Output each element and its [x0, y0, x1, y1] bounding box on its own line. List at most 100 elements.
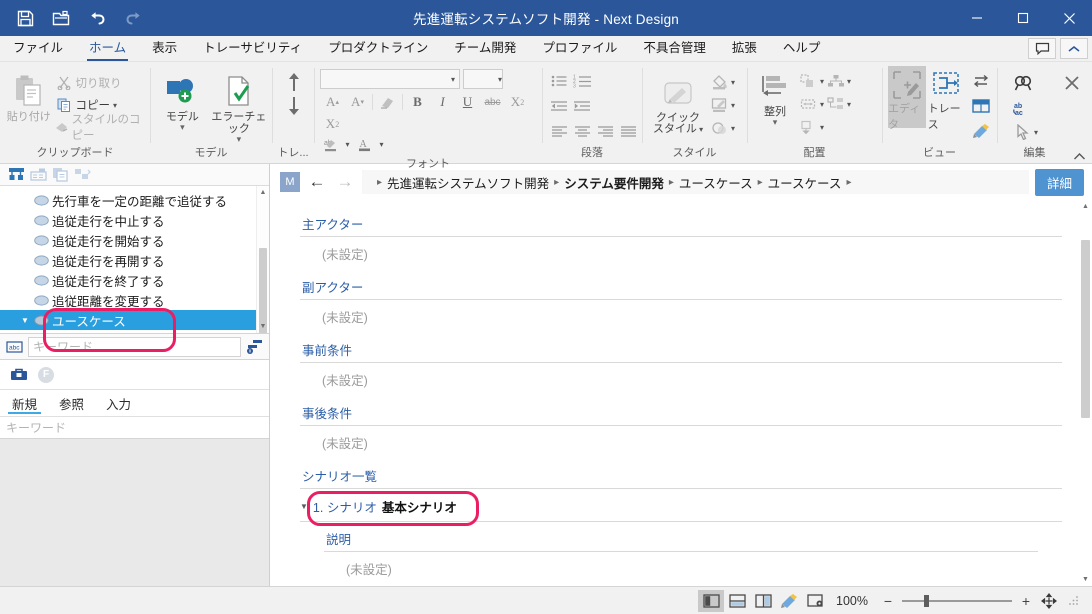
- toolbox-icon[interactable]: [10, 367, 28, 382]
- open-icon[interactable]: [46, 4, 76, 32]
- menu-tab-extension[interactable]: 拡張: [719, 34, 770, 61]
- select-icon[interactable]: [1011, 121, 1034, 143]
- chevron-down-icon[interactable]: ▾: [113, 101, 117, 110]
- chevron-down-icon[interactable]: ▾: [451, 75, 455, 84]
- diagram-icon[interactable]: [30, 167, 47, 182]
- field-value[interactable]: (未設定): [324, 552, 1092, 586]
- tree-scrollbar[interactable]: ▲ ▼: [256, 186, 269, 333]
- superscript-icon[interactable]: X2: [320, 113, 345, 135]
- move-up-button[interactable]: [282, 71, 305, 93]
- editor-view-button[interactable]: エディタ: [888, 66, 926, 131]
- menu-tab-home[interactable]: ホーム: [76, 34, 139, 61]
- chevron-down-icon[interactable]: ▾: [820, 123, 824, 132]
- menu-tab-help[interactable]: ヘルプ: [770, 34, 834, 61]
- relation-icon[interactable]: [74, 167, 91, 182]
- scenario-item-row[interactable]: ▼ 1. シナリオ 基本シナリオ: [300, 489, 1092, 521]
- font-size-select[interactable]: ▾: [463, 69, 503, 89]
- tree-item-4[interactable]: 追従走行を終了する: [0, 270, 269, 290]
- move-down-button[interactable]: [282, 95, 305, 117]
- menu-tab-file[interactable]: ファイル: [0, 34, 76, 61]
- menu-tab-productline[interactable]: プロダクトライン: [315, 34, 441, 61]
- palette-tab-new[interactable]: 新規: [7, 390, 42, 416]
- scenario-name[interactable]: 基本シナリオ: [382, 497, 457, 516]
- send-backward-icon[interactable]: [797, 116, 820, 138]
- theme-icon[interactable]: [776, 590, 802, 612]
- maximize-button[interactable]: [1000, 0, 1046, 36]
- save-icon[interactable]: [10, 4, 40, 32]
- undo-icon[interactable]: [82, 4, 112, 32]
- tree-item-3[interactable]: 追従走行を再開する: [0, 250, 269, 270]
- menu-tab-team[interactable]: チーム開発: [441, 34, 529, 61]
- error-check-button[interactable]: エラーチェック ▾: [211, 67, 267, 144]
- align-objects-button[interactable]: 整列 ▾: [753, 68, 797, 127]
- menu-tab-defect[interactable]: 不具合管理: [630, 34, 719, 61]
- editor-scrollbar[interactable]: ▲ ▼: [1079, 200, 1092, 586]
- scrollbar-thumb[interactable]: [1081, 240, 1090, 418]
- fit-to-window-icon[interactable]: [1036, 590, 1062, 612]
- split-view-icon[interactable]: [969, 95, 992, 117]
- delete-icon[interactable]: [1060, 72, 1083, 94]
- scroll-up-arrow-icon[interactable]: ▲: [257, 186, 269, 199]
- highlight-color-icon[interactable]: ab: [320, 133, 341, 155]
- strikethrough-icon[interactable]: abc: [480, 91, 505, 113]
- f-icon[interactable]: F: [38, 366, 54, 383]
- comment-icon[interactable]: [1028, 38, 1056, 59]
- shape-effect-icon[interactable]: [708, 117, 731, 139]
- chevron-down-icon[interactable]: ▾: [237, 135, 242, 144]
- chevron-down-icon[interactable]: ▾: [1034, 128, 1038, 137]
- bullet-list-icon[interactable]: [548, 70, 571, 92]
- align-left-icon[interactable]: [548, 120, 571, 142]
- minimize-button[interactable]: [954, 0, 1000, 36]
- tree-twisty[interactable]: ▼: [18, 316, 32, 325]
- chevron-down-icon[interactable]: ▾: [731, 101, 735, 110]
- document-icon[interactable]: [52, 167, 69, 182]
- scroll-down-arrow-icon[interactable]: ▼: [257, 320, 269, 333]
- scroll-down-arrow-icon[interactable]: ▼: [1079, 573, 1092, 586]
- palette-search-input[interactable]: キーワード: [0, 416, 269, 438]
- breadcrumb-item-0[interactable]: 先進運転システムソフト開発: [387, 173, 549, 192]
- grow-font-icon[interactable]: A ▴: [320, 91, 345, 113]
- scroll-up-arrow-icon[interactable]: ▲: [1079, 200, 1092, 213]
- field-value[interactable]: (未設定): [300, 300, 1092, 337]
- tree-item-5[interactable]: 追従距離を変更する: [0, 290, 269, 310]
- align-justify-icon[interactable]: [617, 120, 640, 142]
- italic-icon[interactable]: I: [430, 91, 455, 113]
- detail-button[interactable]: 詳細: [1034, 168, 1084, 196]
- menu-tab-profile[interactable]: プロファイル: [529, 34, 630, 61]
- quick-style-button[interactable]: クイック スタイル ▾: [648, 69, 708, 135]
- view-vertical-split-icon[interactable]: [750, 590, 776, 612]
- collapse-ribbon-icon[interactable]: [1060, 38, 1088, 59]
- align-center-icon[interactable]: [571, 120, 594, 142]
- find-icon[interactable]: [1011, 72, 1034, 94]
- zoom-slider[interactable]: [902, 594, 1012, 608]
- scenario-twisty[interactable]: ▼: [300, 502, 308, 511]
- chevron-down-icon[interactable]: ▾: [731, 124, 735, 133]
- theme-icon[interactable]: [969, 120, 992, 142]
- clear-format-icon[interactable]: [375, 91, 400, 113]
- palette-tab-reference[interactable]: 参照: [57, 390, 86, 416]
- menu-tab-traceability[interactable]: トレーサビリティ: [190, 34, 315, 61]
- zoom-out-button[interactable]: −: [878, 593, 898, 609]
- model-tree[interactable]: 先行車を一定の距離で追従する 追従走行を中止する 追従走行を開始する 追従走行を…: [0, 186, 269, 333]
- field-value[interactable]: (未設定): [300, 363, 1092, 400]
- chevron-down-icon[interactable]: ▾: [697, 125, 703, 134]
- fill-color-icon[interactable]: [708, 71, 731, 93]
- chevron-down-icon[interactable]: ▾: [180, 123, 185, 132]
- tree-item-0[interactable]: 先行車を一定の距離で追従する: [0, 190, 269, 210]
- align-right-icon[interactable]: [594, 120, 617, 142]
- back-button[interactable]: ←: [306, 172, 328, 192]
- size-icon[interactable]: [797, 93, 820, 115]
- chevron-down-icon[interactable]: ▾: [847, 77, 851, 86]
- view-horizontal-split-icon[interactable]: [724, 590, 750, 612]
- view-settings-icon[interactable]: [802, 590, 828, 612]
- chevron-down-icon[interactable]: ▾: [847, 100, 851, 109]
- group-icon[interactable]: [797, 70, 820, 92]
- trace-view-button[interactable]: トレース: [928, 66, 967, 131]
- view-single-icon[interactable]: [698, 589, 725, 612]
- tree-item-2[interactable]: 追従走行を開始する: [0, 230, 269, 250]
- chevron-down-icon[interactable]: ▾: [498, 75, 502, 84]
- menu-tab-view[interactable]: 表示: [139, 34, 190, 61]
- tree-item-basic-scenario[interactable]: 基本シナリオ: [0, 330, 269, 333]
- tree-item-usecase-selected[interactable]: ▼ ユースケース: [0, 310, 269, 330]
- resize-grip[interactable]: [1068, 594, 1082, 608]
